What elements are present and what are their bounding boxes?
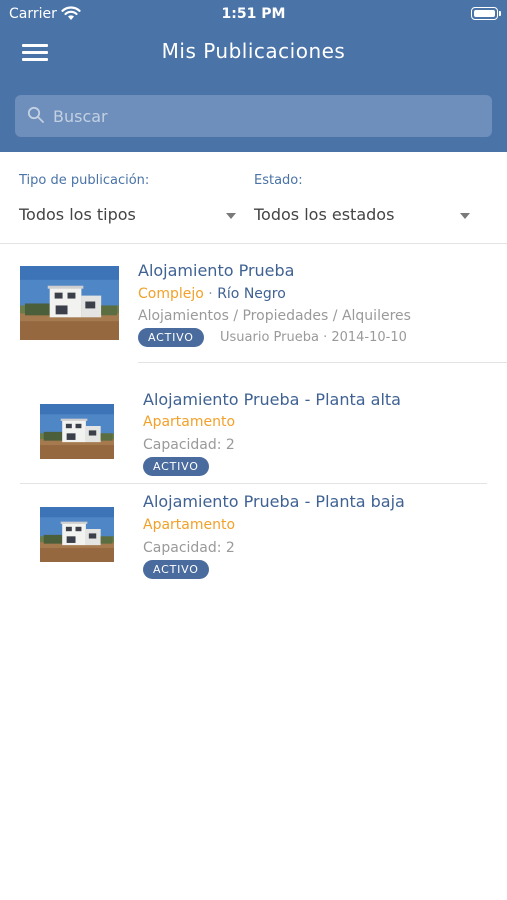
type-filter-select[interactable]: Todos los tipos [19, 205, 136, 224]
sub-publication-kind: Apartamento [143, 517, 236, 533]
type-filter-label: Tipo de publicación: [19, 173, 150, 188]
house-photo [40, 507, 114, 562]
search-icon [27, 106, 44, 123]
sub-publication-capacity: Capacidad: 2 [143, 437, 235, 453]
state-filter-select[interactable]: Todos los estados [254, 205, 394, 224]
publication-kind: Complejo [138, 286, 204, 302]
state-dropdown-caret-icon[interactable] [460, 213, 470, 219]
publication-location: Río Negro [217, 286, 286, 302]
type-dropdown-caret-icon[interactable] [226, 213, 236, 219]
status-badge: ACTIVO [143, 560, 209, 579]
filters-panel: Tipo de publicación: Todos los tipos Est… [0, 152, 507, 244]
status-bar: Carrier 1:51 PM [0, 0, 507, 28]
status-time: 1:51 PM [221, 6, 286, 22]
page-title: Mis Publicaciones [161, 39, 346, 63]
house-photo [20, 266, 119, 340]
search-bar[interactable] [15, 95, 492, 137]
publication-subtitle: Complejo · Río Negro [138, 286, 286, 302]
publication-meta: Usuario Prueba · 2014-10-10 [220, 330, 407, 345]
battery-icon [471, 7, 498, 20]
house-photo [40, 404, 114, 459]
divider [138, 362, 507, 363]
app-header: Carrier 1:51 PM Mis Publicaciones [0, 0, 507, 152]
publication-category: Alojamientos / Propiedades / Alquileres [138, 308, 411, 324]
subtitle-separator: · [203, 286, 218, 302]
sub-publication-title[interactable]: Alojamiento Prueba - Planta baja [143, 492, 405, 511]
publication-title[interactable]: Alojamiento Prueba [138, 261, 294, 280]
battery-tip [499, 11, 501, 16]
sub-publication-capacity: Capacidad: 2 [143, 540, 235, 556]
status-badge: ACTIVO [143, 457, 209, 476]
state-filter-label: Estado: [254, 173, 303, 188]
sub-publication-title[interactable]: Alojamiento Prueba - Planta alta [143, 390, 401, 409]
sub-publication-kind: Apartamento [143, 414, 236, 430]
search-input[interactable] [53, 95, 483, 137]
status-badge: ACTIVO [138, 328, 204, 347]
divider [20, 483, 487, 484]
